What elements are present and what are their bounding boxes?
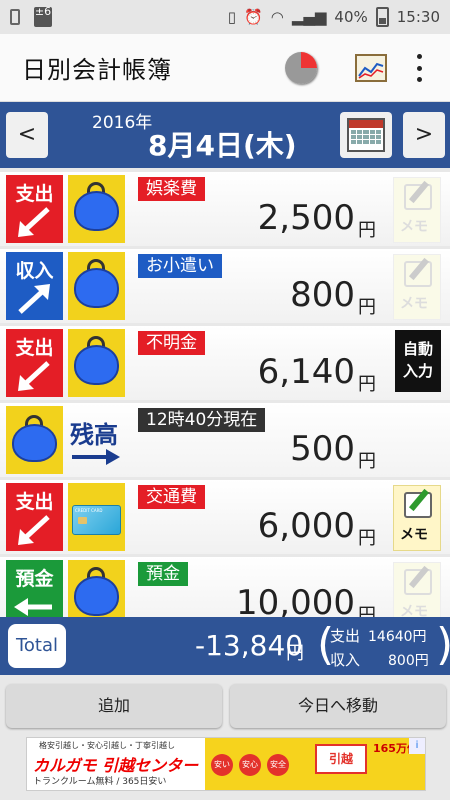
entry-amount: 2,500 (257, 198, 355, 238)
memo-pencil-icon (404, 492, 432, 518)
previous-day-button[interactable]: < (6, 112, 48, 158)
pie-chart-icon[interactable] (285, 52, 317, 84)
ad-brand: カルガモ 引越センター (33, 756, 199, 775)
memo-pencil-icon (404, 261, 432, 287)
ad-banner[interactable]: 格安引越し・安心引越し・丁寧引越し カルガモ 引越センター トランクルーム無料 … (26, 737, 426, 791)
entry-list: 支出 娯楽費 2,500 円 メモ 収入 お小遣い 800 円 メモ 支出 不明… (0, 172, 450, 634)
app-title: 日別会計帳簿 (22, 56, 172, 84)
battery-percent: 40% (334, 8, 368, 26)
ad-badge: 安心 (239, 754, 261, 776)
category-label: 娯楽費 (138, 177, 205, 201)
next-day-button[interactable]: > (403, 112, 445, 158)
ad-badge: 安い (211, 754, 233, 776)
arrow-up-right-icon (18, 284, 50, 314)
yen-unit: 円 (286, 643, 304, 664)
arrow-down-left-icon (18, 515, 50, 545)
entry-type-label: 収入 (15, 260, 54, 282)
wallet-icon (68, 329, 125, 397)
ad-small-text: 格安引越し・安心引越し・丁寧引越し (39, 741, 175, 750)
balance-amount: 500 (290, 429, 355, 469)
category-label: 預金 (138, 562, 188, 586)
entry-row[interactable]: 収入 お小遣い 800 円 メモ (0, 249, 450, 323)
entry-amount: 6,140 (257, 352, 355, 392)
signal-icon: ▂▄▆ (291, 8, 327, 26)
category-label: 不明金 (138, 331, 205, 355)
truck-icon: 引越 (315, 744, 367, 774)
income-total-label: 収入 (330, 651, 361, 669)
yen-unit: 円 (358, 528, 376, 549)
alarm-icon: ⏰ (244, 8, 263, 26)
entry-row[interactable]: 支出 不明金 6,140 円 自動 入力 (0, 326, 450, 400)
memo-pencil-icon (404, 184, 432, 210)
entry-row[interactable]: 支出 CREDIT CARD 交通費 6,000 円 メモ (0, 480, 450, 554)
wallet-icon (6, 406, 63, 474)
memo-button[interactable]: メモ (393, 485, 441, 551)
yen-unit: 円 (358, 220, 376, 241)
income-badge: 収入 (6, 252, 63, 320)
battery-icon (375, 7, 389, 27)
wallet-icon (68, 252, 125, 320)
line-graph-icon[interactable] (355, 54, 387, 82)
add-button[interactable]: 追加 (6, 684, 222, 728)
memo-button[interactable]: メモ (393, 177, 441, 243)
wifi-icon: ◠ (270, 8, 284, 26)
auto-input-badge: 自動 入力 (395, 330, 441, 392)
arrow-right-icon (72, 449, 120, 465)
yen-unit: 円 (358, 451, 376, 472)
wallet-icon (68, 175, 125, 243)
entry-type-label: 預金 (15, 568, 54, 590)
balance-row[interactable]: 残高 12時40分現在 500 円 (0, 403, 450, 477)
category-label: 交通費 (138, 485, 205, 509)
entry-type-label: 支出 (15, 183, 54, 205)
yen-unit: 円 (358, 297, 376, 318)
calculator-notification-icon: ±6 (34, 6, 52, 27)
expense-total-label: 支出 (330, 627, 361, 645)
action-bar: 追加 今日へ移動 (0, 680, 450, 732)
balance-time-label: 12時40分現在 (138, 408, 266, 432)
more-vert-icon[interactable] (414, 54, 424, 82)
category-label: お小遣い (138, 254, 222, 278)
arrow-down-left-icon (18, 361, 50, 391)
income-total-value: 800円 (388, 653, 429, 669)
date-navigation: < 2016年 8月4日(木) > (0, 102, 450, 168)
balance-label: 残高 (70, 421, 118, 449)
arrow-down-left-icon (18, 207, 50, 237)
calendar-icon (347, 118, 385, 152)
expense-badge: 支出 (6, 175, 63, 243)
memo-pencil-icon (404, 569, 432, 595)
notification-icon (10, 9, 20, 25)
entry-type-label: 支出 (15, 491, 54, 513)
ad-subtext: トランクルーム無料 / 365日安い (33, 777, 167, 787)
go-to-today-button[interactable]: 今日へ移動 (230, 684, 446, 728)
memo-button[interactable]: メモ (393, 254, 441, 320)
year-label: 2016年 (92, 113, 153, 133)
entry-type-label: 支出 (15, 337, 54, 359)
entry-amount: 6,000 (257, 506, 355, 546)
date-label[interactable]: 8月4日(木) (148, 124, 297, 164)
expense-total-value: 14640円 (368, 629, 427, 645)
calendar-button[interactable] (340, 112, 392, 158)
entry-row[interactable]: 支出 娯楽費 2,500 円 メモ (0, 172, 450, 246)
app-bar: 日別会計帳簿 (0, 34, 450, 102)
total-label: Total (8, 624, 66, 668)
credit-card-icon: CREDIT CARD (68, 483, 125, 551)
total-bar: Total -13,840 円 ( 支出 14640円 収入 800円 ) (0, 617, 450, 675)
entry-amount: 800 (290, 275, 355, 315)
expense-badge: 支出 (6, 329, 63, 397)
vibrate-icon: ▯ (227, 8, 237, 26)
ad-badge: 安全 (267, 754, 289, 776)
clock: 15:30 (396, 8, 440, 26)
status-bar: ±6 ▯ ⏰ ◠ ▂▄▆ 40% 15:30 (0, 0, 450, 34)
expense-badge: 支出 (6, 483, 63, 551)
close-paren: ) (436, 619, 450, 671)
ad-info-icon[interactable]: i (409, 738, 425, 754)
yen-unit: 円 (358, 374, 376, 395)
